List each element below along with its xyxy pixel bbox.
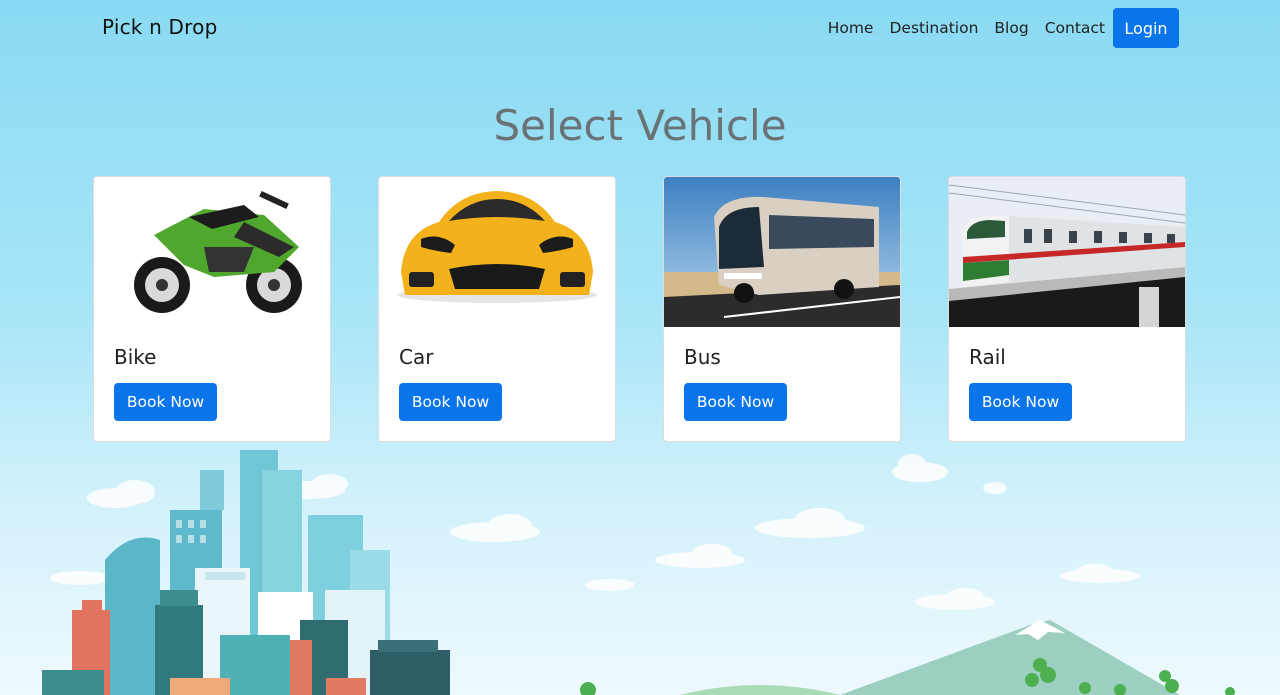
motorbike-image <box>94 177 330 327</box>
nav-link-contact[interactable]: Contact <box>1045 19 1105 37</box>
book-now-button-car[interactable]: Book Now <box>399 383 502 421</box>
navbar: Pick n Drop Home Destination Blog Contac… <box>0 0 1280 56</box>
login-button[interactable]: Login <box>1113 8 1179 48</box>
nav-link-blog[interactable]: Blog <box>994 19 1028 37</box>
sports-car-image <box>379 177 615 327</box>
page-title: Select Vehicle <box>493 101 787 150</box>
train-image <box>949 177 1185 327</box>
vehicle-card-car: Car Book Now <box>378 176 616 442</box>
vehicle-name: Car <box>399 345 434 369</box>
vehicle-name: Rail <box>969 345 1006 369</box>
city-landscape-illustration <box>42 450 1235 695</box>
nav-links: Home Destination Blog Contact Login <box>812 8 1179 48</box>
brand-logo-text[interactable]: Pick n Drop <box>102 15 217 39</box>
nav-link-home[interactable]: Home <box>828 19 874 37</box>
vehicle-card-rail: Rail Book Now <box>948 176 1186 442</box>
vehicle-card-bus: Bus Book Now <box>663 176 901 442</box>
vehicle-name: Bus <box>684 345 721 369</box>
vehicle-card-bike: Bike Book Now <box>93 176 331 442</box>
vehicle-name: Bike <box>114 345 157 369</box>
nav-link-destination[interactable]: Destination <box>889 19 978 37</box>
book-now-button-bike[interactable]: Book Now <box>114 383 217 421</box>
book-now-button-bus[interactable]: Book Now <box>684 383 787 421</box>
bus-image <box>664 177 900 327</box>
book-now-button-rail[interactable]: Book Now <box>969 383 1072 421</box>
